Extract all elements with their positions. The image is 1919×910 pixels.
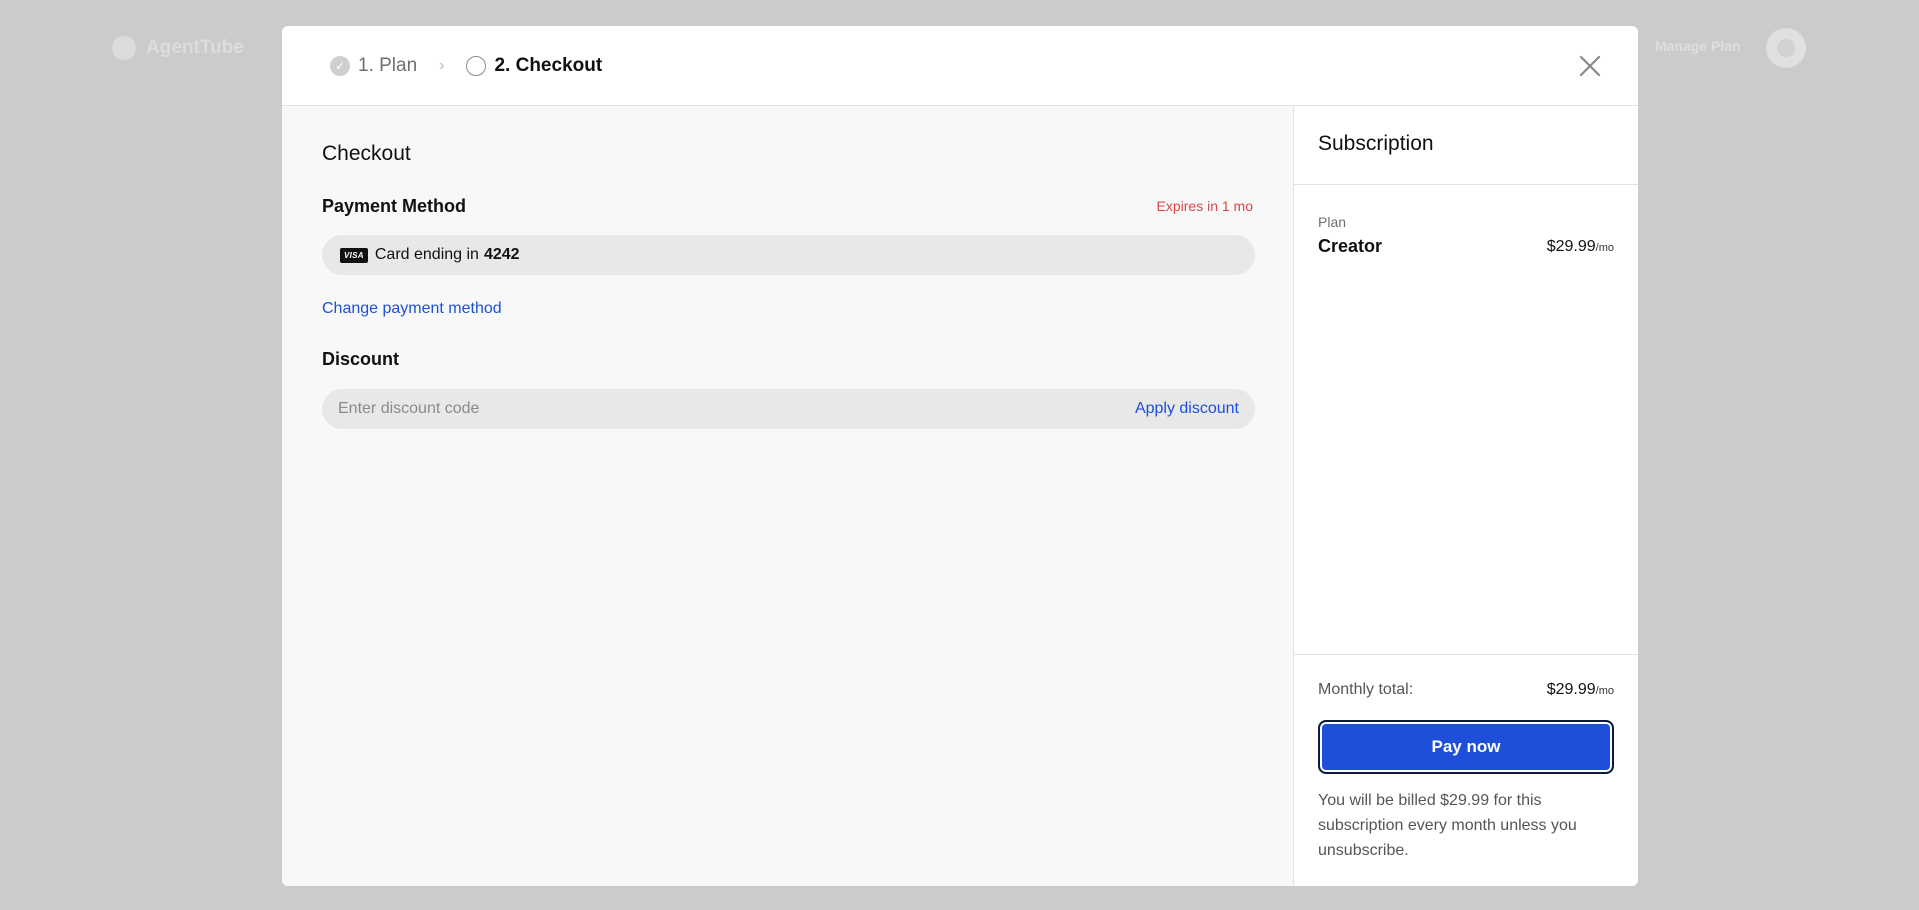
chevron-right-icon: › — [439, 56, 445, 74]
saved-card: VISA Card ending in 4242 — [322, 235, 1255, 275]
subscription-header: Subscription — [1294, 106, 1638, 185]
discount-field-wrapper: Apply discount — [322, 389, 1255, 429]
monthly-total-amount: $29.99 — [1546, 681, 1596, 698]
manage-plan-link: Manage Plan — [1655, 38, 1741, 54]
app-logo: AgentTube — [112, 36, 244, 60]
close-button[interactable] — [1572, 48, 1608, 84]
payment-method-heading: Payment Method — [322, 196, 467, 216]
page-title: Checkout — [322, 142, 411, 165]
card-last4: 4242 — [483, 246, 520, 263]
check-circle-icon: ✓ — [330, 55, 350, 76]
checkout-footer: Monthly total: $29.99/mo Pay now You wil… — [1294, 654, 1638, 886]
step-checkout: 2. Checkout — [466, 55, 602, 77]
plan-price: $29.99/mo — [1547, 238, 1614, 256]
modal-header: ✓ 1. Plan › 2. Checkout — [282, 26, 1638, 106]
logo-icon — [112, 36, 136, 60]
plan-name: Creator — [1318, 236, 1383, 256]
logo-text: AgentTube — [146, 37, 244, 58]
checkout-panel: Checkout Payment Method Expires in 1 mo … — [282, 106, 1294, 886]
apply-discount-button[interactable]: Apply discount — [1135, 400, 1239, 418]
empty-circle-icon — [466, 55, 487, 76]
change-payment-method-link[interactable]: Change payment method — [322, 300, 502, 318]
card-expiry-warning: Expires in 1 mo — [1156, 198, 1253, 214]
close-icon — [1579, 55, 1601, 77]
card-prefix-text: Card ending in — [374, 246, 479, 263]
monthly-total-price: $29.99/mo — [1547, 681, 1614, 699]
monthly-total-label: Monthly total: — [1318, 681, 1414, 698]
step-plan[interactable]: ✓ 1. Plan — [330, 55, 417, 77]
plan-price-period: /mo — [1595, 242, 1614, 254]
visa-card-icon: VISA — [340, 247, 368, 263]
discount-heading: Discount — [322, 349, 400, 369]
billing-note: You will be billed $29.99 for this subsc… — [1318, 792, 1577, 859]
pay-now-button[interactable]: Pay now — [1318, 720, 1614, 774]
checkout-modal: ✓ 1. Plan › 2. Checkout Checkout Payment… — [282, 26, 1638, 886]
monthly-total-period: /mo — [1595, 685, 1614, 697]
plan-price-amount: $29.99 — [1546, 238, 1596, 255]
plan-label: Plan — [1318, 214, 1347, 230]
subscription-panel: Subscription Plan Creator $29.99/mo Mont… — [1294, 106, 1638, 886]
discount-code-input[interactable] — [322, 389, 1102, 429]
avatar — [1766, 28, 1806, 68]
step-plan-label: 1. Plan — [358, 54, 418, 76]
subscription-title: Subscription — [1318, 132, 1434, 155]
step-checkout-label: 2. Checkout — [494, 54, 603, 76]
